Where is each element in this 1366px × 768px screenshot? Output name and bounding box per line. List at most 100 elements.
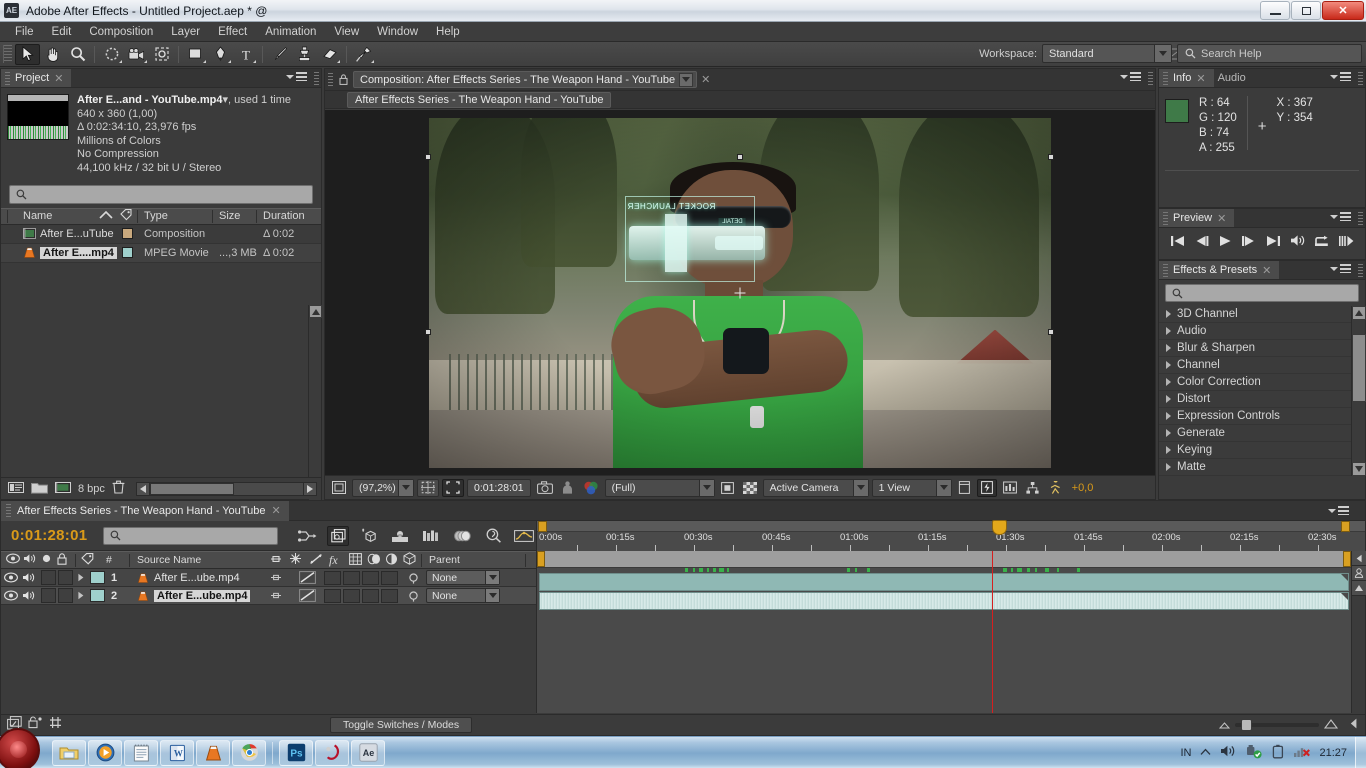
workspace-select[interactable]: Standard: [1042, 44, 1172, 63]
effects-category-expression-controls[interactable]: Expression Controls: [1159, 408, 1365, 425]
menu-layer[interactable]: Layer: [162, 24, 209, 40]
notepad-icon[interactable]: [124, 739, 158, 766]
menu-view[interactable]: View: [325, 24, 368, 40]
clock[interactable]: 21:27: [1319, 747, 1347, 759]
graph-editor-icon[interactable]: [513, 526, 535, 546]
scroll-thumb[interactable]: [1352, 334, 1366, 402]
audio-mute-icon[interactable]: [23, 553, 37, 567]
zoom-in-icon[interactable]: [1323, 716, 1339, 734]
shape-tool[interactable]: [183, 44, 208, 65]
fast-previews-icon[interactable]: [976, 478, 997, 497]
panel-grip-right[interactable]: [1148, 72, 1153, 85]
battery-icon[interactable]: [1272, 744, 1284, 762]
resolution-select[interactable]: (Full): [604, 478, 715, 497]
puppet-pin-tool[interactable]: [351, 44, 376, 65]
layer-label-swatch[interactable]: [90, 571, 105, 584]
effects-category-generate[interactable]: Generate: [1159, 425, 1365, 442]
composition-viewport[interactable]: ROCKET LAUNCHER DETAIL: [325, 110, 1155, 510]
effects-category-channel[interactable]: Channel: [1159, 357, 1365, 374]
column-duration[interactable]: Duration: [263, 210, 305, 222]
volume-icon[interactable]: [1220, 744, 1237, 761]
zoom-tool[interactable]: [65, 44, 90, 65]
toggle-switches-modes-button[interactable]: Toggle Switches / Modes: [330, 717, 473, 733]
layer-parent-select[interactable]: None: [426, 588, 500, 603]
wireless-disabled-icon[interactable]: [1293, 744, 1311, 761]
layer-shy-switch[interactable]: [269, 590, 283, 601]
layer-label-swatch[interactable]: [90, 589, 105, 602]
label-color-icon[interactable]: [81, 552, 94, 568]
eraser-tool[interactable]: [317, 44, 342, 65]
media-player-icon[interactable]: [88, 739, 122, 766]
scroll-left-icon[interactable]: [1350, 716, 1357, 734]
sort-ascending-icon[interactable]: [99, 210, 113, 222]
hide-shy-layers-icon[interactable]: [389, 526, 411, 546]
show-desktop-button[interactable]: [1355, 736, 1366, 768]
last-frame-button[interactable]: [1266, 234, 1281, 252]
panel-grip-right[interactable]: [314, 72, 319, 85]
restore-button[interactable]: [1291, 1, 1321, 20]
project-row-footage[interactable]: After E....mp4 MPEG Movie ...,3 MB Δ 0:0…: [1, 243, 321, 263]
layer-3d-switch[interactable]: [381, 588, 398, 603]
transparency-grid-icon[interactable]: [740, 479, 760, 497]
layer-visibility-icon[interactable]: [4, 572, 18, 583]
live-update-icon[interactable]: [327, 525, 350, 546]
clone-stamp-tool[interactable]: [292, 44, 317, 65]
work-area-bar[interactable]: [537, 551, 1351, 568]
panel-menu-button[interactable]: [1328, 506, 1349, 515]
tab-info[interactable]: Info ✕: [1159, 69, 1214, 87]
column-type[interactable]: Type: [144, 210, 168, 222]
bit-depth-label[interactable]: 8 bpc: [78, 483, 105, 495]
show-snapshot-icon[interactable]: [559, 479, 577, 497]
effects-category-distort[interactable]: Distort: [1159, 391, 1365, 408]
layer-audio-bar[interactable]: [539, 592, 1349, 610]
current-time-display[interactable]: 0:01:28:01: [467, 478, 531, 497]
sub-tab-composition[interactable]: After Effects Series - The Weapon Hand -…: [347, 91, 612, 108]
minimize-button[interactable]: [1260, 1, 1290, 20]
camera-tool[interactable]: [124, 44, 149, 65]
grid-guides-icon[interactable]: [417, 478, 439, 497]
project-row-composition[interactable]: After E...uTube Composition Δ 0:02: [1, 225, 321, 244]
tab-effects-presets[interactable]: Effects & Presets ✕: [1159, 261, 1280, 279]
type-tool[interactable]: T: [233, 44, 258, 65]
lock-icon[interactable]: [337, 73, 349, 87]
show-hidden-icons-icon[interactable]: [1200, 747, 1211, 759]
first-frame-button[interactable]: [1170, 234, 1185, 252]
zoom-knob[interactable]: [1241, 719, 1252, 731]
panel-menu-button[interactable]: [1330, 212, 1351, 221]
layer-solo-toggle[interactable]: [41, 570, 56, 585]
layer-expand-icon[interactable]: [77, 591, 85, 600]
panel-grip-right[interactable]: [1358, 264, 1363, 277]
zoom-track[interactable]: [1235, 719, 1319, 731]
timeline-layer-row-2[interactable]: 2 After E...ube.mp4 None: [1, 587, 536, 605]
chrome-icon[interactable]: [232, 739, 266, 766]
layer-quality-switch[interactable]: [299, 571, 316, 584]
current-time-indicator[interactable]: [992, 520, 1007, 535]
scroll-right-icon[interactable]: [303, 481, 317, 496]
delete-icon[interactable]: [112, 480, 125, 497]
previous-frame-button[interactable]: [1194, 234, 1209, 252]
lock-icon[interactable]: [57, 552, 67, 568]
close-icon[interactable]: ✕: [1262, 264, 1271, 277]
video-visibility-icon[interactable]: [6, 553, 20, 567]
layer-shy-switch[interactable]: [269, 572, 283, 583]
timeline-search-input[interactable]: [103, 526, 279, 545]
menu-window[interactable]: Window: [368, 24, 427, 40]
scroll-up-icon[interactable]: [309, 305, 322, 318]
label-swatch[interactable]: [122, 228, 133, 240]
composition-mini-flowchart-icon[interactable]: [296, 526, 318, 546]
close-icon[interactable]: ✕: [1217, 212, 1226, 225]
magnification-select[interactable]: (97,2%): [352, 478, 414, 497]
timeline-track-area[interactable]: [536, 551, 1351, 713]
layer-visibility-icon[interactable]: [4, 590, 18, 601]
pen-tool[interactable]: [208, 44, 233, 65]
column-source-name[interactable]: Source Name: [137, 554, 201, 566]
always-preview-icon[interactable]: [329, 479, 349, 497]
brush-tool[interactable]: [267, 44, 292, 65]
column-name[interactable]: Name: [23, 210, 52, 222]
layer-lock-toggle[interactable]: [58, 588, 73, 603]
hand-tool[interactable]: [40, 44, 65, 65]
next-frame-button[interactable]: [1241, 234, 1256, 252]
scroll-left-icon[interactable]: [135, 481, 150, 496]
menu-composition[interactable]: Composition: [80, 24, 162, 40]
vlc-icon[interactable]: [196, 739, 230, 766]
